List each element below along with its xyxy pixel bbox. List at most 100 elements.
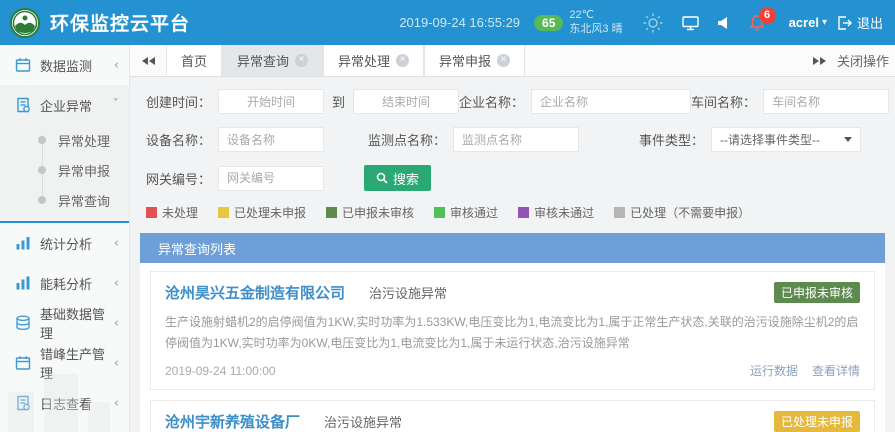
platform-logo-icon [10, 8, 40, 38]
company-name-link[interactable]: 沧州宇新养殖设备厂 [165, 411, 300, 432]
sidebar-subitem-anomaly-declare[interactable]: 异常申报 [0, 155, 129, 185]
legend-label: 审核通过 [450, 204, 498, 221]
tab-bar: 首页 异常查询 × 异常处理 × 异常申报 × [130, 45, 895, 77]
notifications-button[interactable]: 6 [749, 14, 765, 31]
scroll-tabs-right-button[interactable] [801, 45, 837, 76]
chevron-collapsed-icon: ‹ [114, 396, 119, 411]
chevron-collapsed-icon: ‹ [114, 316, 119, 331]
event-type-select[interactable]: --请选择事件类型-- [711, 127, 861, 152]
user-menu[interactable]: acrel ▾ [789, 15, 827, 30]
app-title: 环保监控云平台 [50, 9, 190, 36]
legend-color-swatch [434, 207, 445, 218]
weather-wind: 东北风3 晴 [569, 23, 622, 37]
double-left-arrow-icon [142, 57, 148, 65]
monitor-point-input[interactable] [453, 127, 579, 152]
aqi-badge: 65 [534, 15, 563, 31]
anomaly-query-panel: 异常查询列表 沧州昊兴五金制造有限公司 治污设施异常 已申报未审核 生产设施射蜡… [140, 233, 885, 432]
double-right-arrow-icon [820, 57, 826, 65]
close-tab-icon[interactable]: × [295, 54, 308, 67]
weather-temperature: 22℃ [569, 9, 622, 23]
close-operations-menu[interactable]: 关闭操作 [837, 45, 895, 76]
caret-down-icon [844, 137, 852, 142]
anomaly-list-item: 沧州宇新养殖设备厂 治污设施异常 已处理未申报 生产设施挤出机2的启停阀值为1K… [150, 400, 875, 432]
tab-label: 异常处理 [338, 51, 390, 70]
search-button[interactable]: 搜索 [364, 165, 431, 191]
caret-down-icon: ▾ [822, 17, 827, 28]
bullet-dot-icon [38, 136, 46, 144]
running-data-link[interactable]: 运行数据 [750, 362, 798, 379]
calendar-icon [14, 57, 31, 74]
search-icon [376, 172, 388, 184]
company-name-input[interactable] [531, 89, 691, 114]
workshop-name-label: 车间名称： [691, 92, 756, 111]
legend-color-swatch [146, 207, 157, 218]
sidebar-item-label: 基础数据管理 [40, 304, 114, 342]
panel-body: 沧州昊兴五金制造有限公司 治污设施异常 已申报未审核 生产设施射蜡机2的启停阀值… [140, 263, 885, 432]
chevron-expanded-icon: ˇ [113, 98, 120, 113]
legend-label: 审核未通过 [534, 204, 594, 221]
gateway-number-input[interactable] [218, 166, 324, 191]
sidebar-item-label: 能耗分析 [40, 274, 114, 293]
legend-label: 未处理 [162, 204, 198, 221]
double-right-arrow-icon [813, 57, 819, 65]
sidebar-item-label: 错峰生产管理 [40, 344, 114, 382]
sun-weather-icon [642, 12, 664, 34]
close-tab-icon[interactable]: × [497, 54, 510, 67]
tab-anomaly-handling[interactable]: 异常处理 × [323, 45, 424, 76]
sidebar-item-statistics[interactable]: 统计分析 ‹ [0, 223, 129, 263]
sidebar-item-energy-analysis[interactable]: 能耗分析 ‹ [0, 263, 129, 303]
bullet-dot-icon [38, 166, 46, 174]
legend-item: 未处理 [146, 204, 198, 221]
monitor-icon[interactable] [682, 15, 699, 31]
logout-button[interactable]: 退出 [837, 13, 883, 32]
legend-color-swatch [614, 207, 625, 218]
bullet-dot-icon [38, 196, 46, 204]
tab-home[interactable]: 首页 [166, 45, 222, 76]
start-time-input[interactable] [218, 89, 324, 114]
tab-anomaly-declare[interactable]: 异常申报 × [424, 45, 525, 76]
tab-label: 异常查询 [237, 51, 289, 70]
company-name-label: 企业名称： [459, 92, 524, 111]
legend-item: 审核通过 [434, 204, 498, 221]
sidebar-item-log-view[interactable]: 日志查看 ‹ [0, 383, 129, 423]
legend-color-swatch [218, 207, 229, 218]
sidebar-submenu: 异常处理 异常申报 异常查询 [0, 125, 129, 215]
speaker-mute-icon[interactable] [717, 16, 731, 30]
sidebar-subitem-anomaly-handling[interactable]: 异常处理 [0, 125, 129, 155]
end-time-input[interactable] [353, 89, 459, 114]
legend-label: 已处理未申报 [234, 204, 306, 221]
legend-item: 已处理未申报 [218, 204, 306, 221]
sidebar-item-peak-production[interactable]: 错峰生产管理 ‹ [0, 343, 129, 383]
device-name-label: 设备名称： [146, 130, 211, 149]
sidebar-item-base-data[interactable]: 基础数据管理 ‹ [0, 303, 129, 343]
filter-form: 创建时间： 到 企业名称： 车间名称： 设备名称： 监测点名称： [130, 77, 895, 233]
event-type-value: --请选择事件类型-- [720, 131, 820, 148]
sidebar-item-enterprise-anomaly[interactable]: 企业异常 ˇ [0, 85, 129, 125]
sidebar-subitem-anomaly-query[interactable]: 异常查询 [0, 185, 129, 215]
legend-item: 已申报未审核 [326, 204, 414, 221]
close-tab-icon[interactable]: × [396, 54, 409, 67]
search-button-label: 搜索 [393, 169, 419, 188]
database-icon [14, 315, 31, 332]
sidebar: 数据监测 ‹ 企业异常 ˇ 异常 [0, 45, 130, 432]
legend-color-swatch [326, 207, 337, 218]
view-details-link[interactable]: 查看详情 [812, 362, 860, 379]
top-header: 环保监控云平台 2019-09-24 16:55:29 65 22℃ 东北风3 … [0, 0, 895, 45]
tab-label: 异常申报 [439, 51, 491, 70]
legend-item: 已处理（不需要申报） [614, 204, 750, 221]
status-badge: 已处理未申报 [774, 411, 860, 432]
company-name-link[interactable]: 沧州昊兴五金制造有限公司 [165, 282, 345, 303]
tab-anomaly-query[interactable]: 异常查询 × [222, 45, 323, 76]
scroll-tabs-left-button[interactable] [130, 45, 166, 76]
panel-title: 异常查询列表 [140, 233, 885, 263]
anomaly-description: 生产设施射蜡机2的启停阀值为1KW,实时功率为1.533KW,电压变比为1,电流… [165, 312, 860, 354]
notification-count-badge: 6 [759, 7, 776, 24]
workshop-name-input[interactable] [763, 89, 889, 114]
document-gear-icon [14, 97, 31, 114]
sidebar-item-data-monitoring[interactable]: 数据监测 ‹ [0, 45, 129, 85]
anomaly-time: 2019-09-24 11:00:00 [165, 364, 276, 378]
sidebar-item-label: 数据监测 [40, 56, 114, 75]
event-type-label: 事件类型： [639, 130, 704, 149]
status-badge: 已申报未审核 [774, 282, 860, 303]
device-name-input[interactable] [218, 127, 324, 152]
